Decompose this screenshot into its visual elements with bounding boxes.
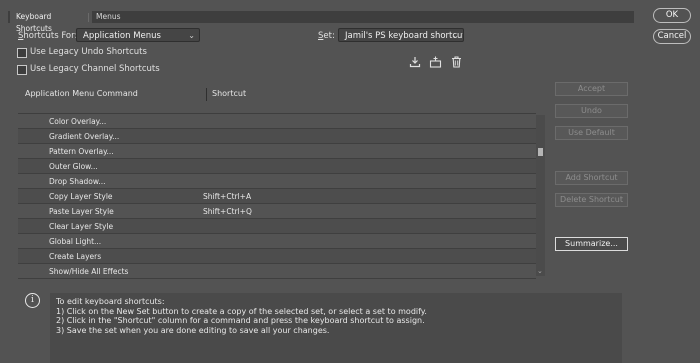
shortcuts-for-dropdown[interactable]: Application Menus ⌄ xyxy=(76,28,200,42)
table-row[interactable]: Color Overlay... xyxy=(18,114,536,129)
scroll-down-icon[interactable]: ⌄ xyxy=(537,268,543,275)
command-cell: Show/Hide All Effects xyxy=(49,267,129,276)
shortcuts-for-value: Application Menus xyxy=(83,31,161,41)
scrollbar-thumb[interactable] xyxy=(538,148,543,156)
table-row[interactable]: Global Light... xyxy=(18,234,536,249)
new-set-icon[interactable] xyxy=(429,56,442,68)
command-cell: Create Layers xyxy=(49,252,102,261)
add-shortcut-button[interactable]: Add Shortcut xyxy=(555,171,628,185)
command-list: Color Overlay... Gradient Overlay... Pat… xyxy=(18,113,536,279)
table-row[interactable]: Create Layers xyxy=(18,249,536,264)
shortcuts-for-label: Shortcuts For: xyxy=(18,31,77,41)
undo-button[interactable]: Undo xyxy=(555,104,628,118)
info-line: 1) Click on the New Set button to create… xyxy=(56,306,427,316)
chevron-down-icon: ⌄ xyxy=(452,31,459,40)
command-cell: Paste Layer Style xyxy=(49,207,114,216)
command-cell: Clear Layer Style xyxy=(49,222,114,231)
summarize-button[interactable]: Summarize... xyxy=(555,237,628,251)
info-text: To edit keyboard shortcuts: 1) Click on t… xyxy=(56,297,427,335)
command-cell: Pattern Overlay... xyxy=(49,147,114,156)
table-row[interactable]: Show/Hide All Effects xyxy=(18,264,536,279)
tab-keyboard-shortcuts[interactable]: Keyboard Shortcuts xyxy=(10,11,92,33)
shortcuts-for-label-text: hortcuts For: xyxy=(23,31,78,41)
legacy-channel-checkbox[interactable] xyxy=(17,65,27,75)
use-default-button[interactable]: Use Default xyxy=(555,126,628,140)
shortcut-cell[interactable]: Shift+Ctrl+Q xyxy=(203,207,252,216)
shortcut-cell[interactable]: Shift+Ctrl+A xyxy=(203,192,251,201)
set-value: Jamil's PS keyboard shortcuts... xyxy=(345,31,463,41)
command-cell: Outer Glow... xyxy=(49,162,98,171)
list-scrollbar[interactable]: ⌄ xyxy=(536,115,545,276)
tab-strip: Keyboard Shortcuts Menus xyxy=(8,11,634,33)
set-label-text: et: xyxy=(323,31,335,41)
column-header-shortcut[interactable]: Shortcut xyxy=(212,89,246,98)
set-dropdown[interactable]: Jamil's PS keyboard shortcuts... ⌄ xyxy=(338,28,464,42)
legacy-undo-label: Use Legacy Undo Shortcuts xyxy=(30,47,147,57)
column-header-command[interactable]: Application Menu Command xyxy=(25,89,138,98)
ok-button[interactable]: OK xyxy=(653,8,691,23)
command-cell: Color Overlay... xyxy=(49,117,107,126)
info-panel: To edit keyboard shortcuts: 1) Click on t… xyxy=(50,293,622,363)
info-icon: i xyxy=(25,293,40,308)
tab-divider xyxy=(88,13,89,22)
info-line: To edit keyboard shortcuts: xyxy=(56,297,165,306)
info-line: 2) Click in the "Shortcut" column for a … xyxy=(56,316,425,326)
table-row[interactable]: Clear Layer Style xyxy=(18,219,536,234)
table-row[interactable]: Outer Glow... xyxy=(18,159,536,174)
chevron-down-icon: ⌄ xyxy=(188,31,195,40)
command-cell: Drop Shadow... xyxy=(49,177,106,186)
legacy-undo-checkbox[interactable] xyxy=(17,48,27,58)
cancel-button[interactable]: Cancel xyxy=(653,29,691,44)
column-divider[interactable] xyxy=(206,88,207,101)
table-row[interactable]: Gradient Overlay... xyxy=(18,129,536,144)
info-line: 3) Save the set when you are done editin… xyxy=(56,325,330,335)
delete-shortcut-button[interactable]: Delete Shortcut xyxy=(555,193,628,207)
save-set-icon[interactable] xyxy=(409,56,421,68)
table-row[interactable]: Drop Shadow... xyxy=(18,174,536,189)
accept-button[interactable]: Accept xyxy=(555,82,628,96)
legacy-channel-label: Use Legacy Channel Shortcuts xyxy=(30,64,160,74)
delete-set-icon[interactable] xyxy=(451,56,462,68)
set-label: Set: xyxy=(318,31,335,41)
command-cell: Copy Layer Style xyxy=(49,192,113,201)
command-cell: Global Light... xyxy=(49,237,102,246)
command-cell: Gradient Overlay... xyxy=(49,132,120,141)
table-header: Application Menu Command Shortcut xyxy=(18,86,546,102)
table-row[interactable]: Paste Layer Style Shift+Ctrl+Q xyxy=(18,204,536,219)
table-row[interactable]: Pattern Overlay... xyxy=(18,144,536,159)
table-row[interactable]: Copy Layer Style Shift+Ctrl+A xyxy=(18,189,536,204)
tab-menus[interactable]: Menus xyxy=(90,11,134,23)
